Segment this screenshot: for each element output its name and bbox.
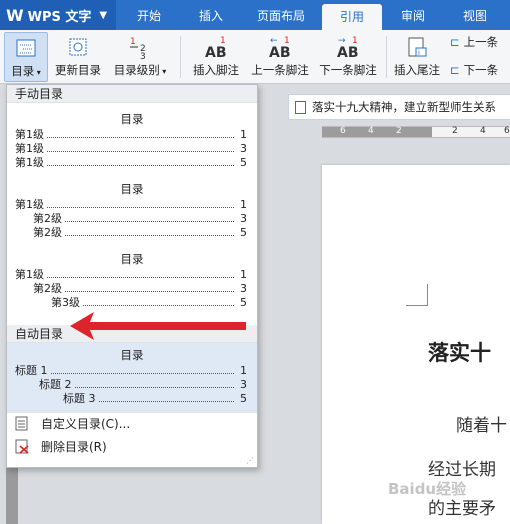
toc-preview-row: 标题 23 bbox=[39, 377, 247, 392]
toc-level-button[interactable]: 123 目录级别 ▾ bbox=[110, 32, 170, 82]
next-footnote-icon: → 1 AB bbox=[316, 32, 380, 62]
wps-logo-icon: W bbox=[6, 5, 24, 25]
ruler-tick: 2 bbox=[452, 126, 458, 136]
toc-preview-row: 标题 11 bbox=[15, 363, 247, 378]
custom-toc-label: 自定义目录(C)... bbox=[41, 416, 131, 431]
manual-toc-option-2[interactable]: 目录 第1级 1 第2级 3 第2级 5 bbox=[7, 173, 257, 243]
insert-endnote-label: 插入尾注 bbox=[394, 63, 440, 77]
delete-document-icon bbox=[15, 439, 29, 454]
toc-preview-title: 目录 bbox=[120, 252, 144, 266]
manual-toc-option-3[interactable]: 目录 第1级 1 第2级 3 第3级 5 bbox=[7, 243, 257, 315]
svg-text:i: i bbox=[418, 49, 420, 57]
document-tab[interactable]: 落实十九大精神，建立新型师生关系 bbox=[288, 94, 510, 120]
watermark: Baidu经验 bbox=[388, 480, 467, 498]
toc-label: 目录 bbox=[11, 64, 35, 78]
svg-text:AB: AB bbox=[337, 45, 359, 60]
ruler-tick: 6 bbox=[504, 126, 510, 136]
document-text-line: 经过长期 bbox=[428, 460, 496, 480]
ribbon-toolbar: 目录 ▾ 更新目录 123 目录级别 ▾ 1 AB 插入脚注 ← 1 AB 上一条脚注… bbox=[0, 30, 510, 84]
next-footnote-label: 下一条脚注 bbox=[319, 63, 377, 77]
prev-footnote-icon: ← 1 AB bbox=[248, 32, 312, 62]
insert-footnote-label: 插入脚注 bbox=[193, 63, 239, 77]
menu-divider bbox=[7, 410, 257, 411]
document-text-line: 随着十 bbox=[456, 416, 507, 436]
app-menu-button[interactable]: W WPS 文字 ▼ bbox=[0, 0, 116, 30]
tab-page-layout[interactable]: 页面布局 bbox=[248, 0, 314, 30]
ruler-tick: 2 bbox=[396, 126, 402, 136]
app-name: WPS 文字 bbox=[27, 9, 92, 25]
tab-view[interactable]: 视图 bbox=[450, 0, 500, 30]
ruler-margin bbox=[322, 127, 432, 137]
next-endnote-icon: ⊏ bbox=[450, 63, 460, 77]
toc-preview-row: 第1级 1 bbox=[15, 127, 247, 142]
document-icon bbox=[295, 100, 306, 114]
chevron-down-icon: ▼ bbox=[99, 9, 108, 21]
margin-corner-mark bbox=[406, 284, 428, 306]
tab-insert[interactable]: 插入 bbox=[186, 0, 236, 30]
toc-level-icon: 123 bbox=[110, 32, 170, 62]
toc-preview-row: 标题 35 bbox=[63, 391, 247, 406]
tab-home[interactable]: 开始 bbox=[124, 0, 174, 30]
toc-preview-row: 第2级 3 bbox=[33, 211, 247, 226]
auto-toc-option[interactable]: 目录 标题 11 标题 23 标题 35 bbox=[7, 343, 257, 413]
svg-text:AB: AB bbox=[269, 45, 291, 60]
prev-endnote-button[interactable]: ⊏ 上一条 bbox=[450, 34, 498, 50]
horizontal-ruler[interactable]: 6 4 2 2 4 6 bbox=[322, 126, 510, 138]
toc-button[interactable]: 目录 ▾ bbox=[4, 32, 48, 82]
manual-toc-option-1[interactable]: 目录 第1级 1 第1级 3 第1级 5 bbox=[7, 103, 257, 173]
insert-endnote-button[interactable]: i 插入尾注 bbox=[390, 32, 444, 82]
ruler-tick: 6 bbox=[340, 126, 346, 136]
ribbon-separator bbox=[386, 36, 387, 78]
custom-toc-menu-item[interactable]: 自定义目录(C)... bbox=[7, 412, 257, 434]
resize-grip-icon[interactable]: ⋰ bbox=[246, 456, 254, 465]
toc-preview-row: 第1级 1 bbox=[15, 197, 247, 212]
tab-references[interactable]: 引用 bbox=[322, 4, 382, 30]
document-tab-title: 落实十九大精神，建立新型师生关系 bbox=[312, 100, 496, 114]
prev-endnote-label: 上一条 bbox=[463, 35, 499, 49]
svg-text:3: 3 bbox=[140, 52, 146, 59]
ruler-tick: 4 bbox=[480, 126, 486, 136]
next-endnote-button[interactable]: ⊏ 下一条 bbox=[450, 62, 498, 78]
ruler-tick: 4 bbox=[368, 126, 374, 136]
insert-endnote-icon: i bbox=[390, 32, 444, 62]
ribbon-separator bbox=[180, 36, 181, 78]
insert-footnote-button[interactable]: 1 AB 插入脚注 bbox=[188, 32, 244, 82]
annotation-arrow-icon bbox=[70, 312, 246, 340]
toc-preview-row: 第1级 3 bbox=[15, 141, 247, 156]
delete-toc-menu-item[interactable]: 删除目录(R) bbox=[7, 435, 257, 457]
toc-preview-row: 第2级 5 bbox=[33, 225, 247, 240]
title-tab-bar: W WPS 文字 ▼ 开始 插入 页面布局 引用 审阅 视图 bbox=[0, 0, 510, 30]
toc-dropdown-panel: 手动目录 目录 第1级 1 第1级 3 第1级 5 目录 第1级 1 第2级 3 第2级 5… bbox=[6, 84, 258, 468]
toc-preview-row: 第3级 5 bbox=[51, 295, 247, 310]
prev-endnote-icon: ⊏ bbox=[450, 35, 460, 49]
manual-toc-header: 手动目录 bbox=[7, 85, 257, 103]
update-toc-button[interactable]: 更新目录 bbox=[52, 32, 104, 82]
toc-preview-title: 目录 bbox=[120, 348, 144, 362]
tab-review[interactable]: 审阅 bbox=[388, 0, 438, 30]
toc-preview-row: 第2级 3 bbox=[33, 281, 247, 296]
document-heading: 落实十 bbox=[428, 340, 491, 365]
toc-preview-title: 目录 bbox=[120, 182, 144, 196]
svg-text:AB: AB bbox=[205, 45, 227, 60]
update-toc-label: 更新目录 bbox=[55, 63, 101, 77]
next-footnote-button[interactable]: → 1 AB 下一条脚注 bbox=[316, 32, 380, 82]
toc-icon bbox=[5, 33, 47, 63]
next-endnote-label: 下一条 bbox=[463, 63, 499, 77]
insert-footnote-icon: 1 AB bbox=[188, 32, 244, 62]
delete-toc-label: 删除目录(R) bbox=[41, 439, 107, 454]
toc-preview-row: 第1级 1 bbox=[15, 267, 247, 282]
toc-level-label: 目录级别 bbox=[113, 63, 160, 77]
svg-text:1: 1 bbox=[130, 37, 136, 47]
prev-footnote-label: 上一条脚注 bbox=[251, 63, 309, 77]
toc-preview-row: 第1级 5 bbox=[15, 155, 247, 170]
toc-preview-title: 目录 bbox=[120, 112, 144, 126]
prev-footnote-button[interactable]: ← 1 AB 上一条脚注 bbox=[248, 32, 312, 82]
refresh-toc-icon bbox=[52, 32, 104, 62]
document-icon bbox=[15, 416, 29, 431]
